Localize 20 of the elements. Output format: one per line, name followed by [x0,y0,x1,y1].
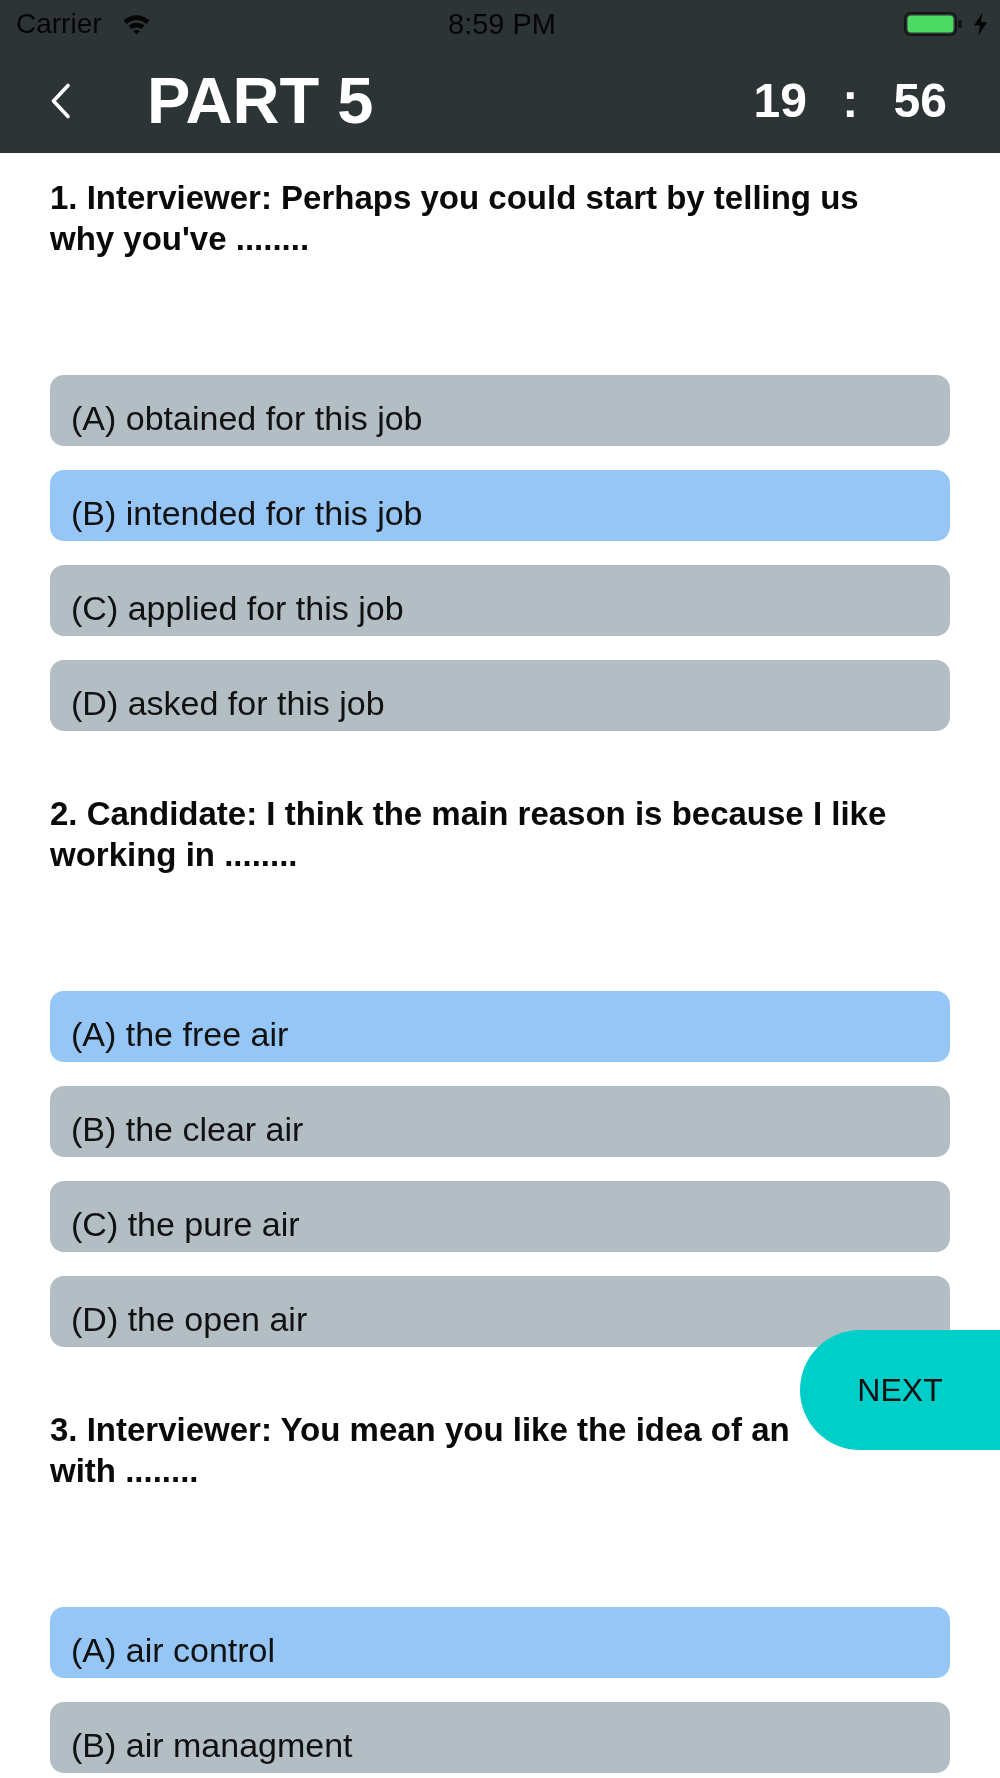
back-icon[interactable] [50,82,71,119]
answer-option[interactable]: (B) intended for this job [50,470,950,541]
answer-option[interactable]: (C) applied for this job [50,565,950,636]
answer-option[interactable]: (B) the clear air [50,1086,950,1157]
answer-option[interactable]: (A) the free air [50,991,950,1062]
answer-option[interactable]: (B) air managment [50,1702,950,1773]
answer-option[interactable]: (D) the open air [50,1276,950,1347]
answer-option[interactable]: (D) asked for this job [50,660,950,731]
answer-option[interactable]: (C) the pure air [50,1181,950,1252]
question-text: 2. Candidate: I think the main reason is because I like working in ........ [50,794,888,875]
wifi-icon [121,13,151,35]
question-text: 1. Interviewer: Perhaps you could start by telling us why you've ........ [50,178,860,259]
question-text: with ........ [50,1451,199,1491]
next-button[interactable]: NEXT [800,1330,1000,1450]
battery-icon [904,12,963,36]
countdown-timer: 19 : 56 [753,76,947,125]
page-title: PART 5 [147,68,374,133]
question-text: 3. Interviewer: You mean you like the idea of an [50,1410,790,1450]
answer-option[interactable]: (A) obtained for this job [50,375,950,446]
answer-option[interactable]: (A) air control [50,1607,950,1678]
